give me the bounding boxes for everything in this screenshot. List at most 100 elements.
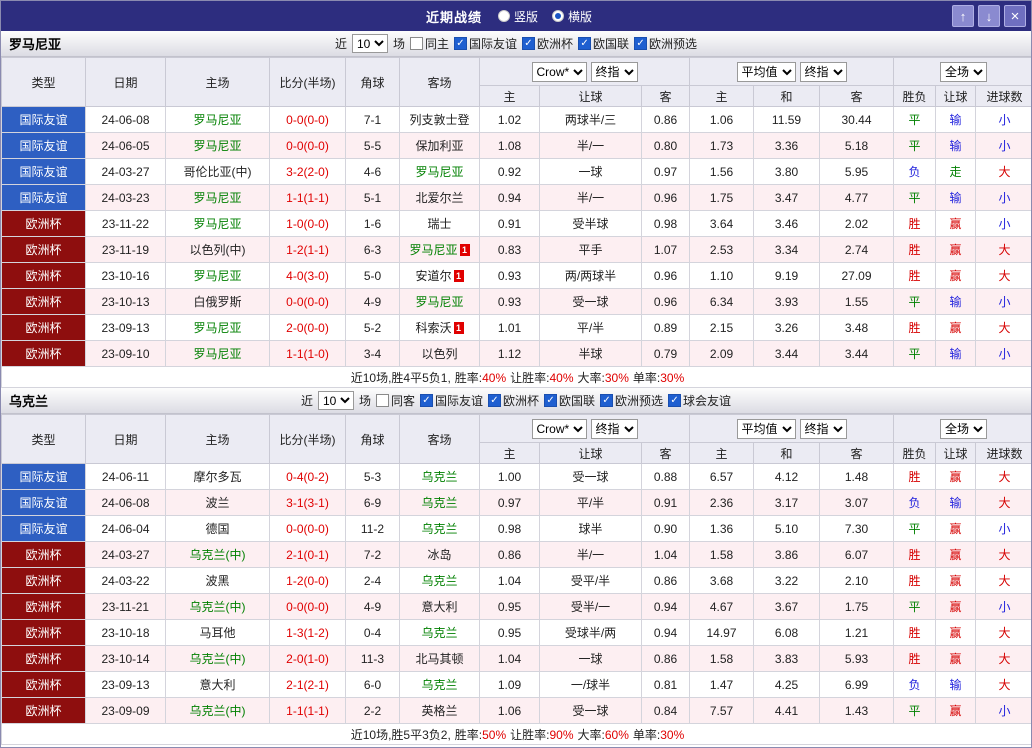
- handicap-cell: 半/一: [539, 541, 642, 568]
- odds-away-cell: 1.04: [641, 541, 690, 568]
- home-team-cell: 摩尔多瓦: [165, 463, 270, 490]
- score-cell: 4-0(3-0): [269, 262, 346, 289]
- away-team-cell: 以色列: [399, 340, 480, 367]
- handicap-result-cell: 输: [935, 489, 977, 516]
- handicap-result-cell: 走: [935, 158, 977, 185]
- fulltime-select[interactable]: 全场: [940, 61, 988, 82]
- odds-home-cell: 0.92: [479, 158, 540, 185]
- result-cell: 胜: [893, 567, 937, 594]
- avg-home-cell: 4.67: [689, 593, 754, 620]
- final-odds-select[interactable]: 终指: [590, 418, 638, 439]
- col-header-away: 客场: [399, 57, 480, 107]
- odds-home-cell: 1.04: [479, 645, 540, 672]
- average-select[interactable]: 平均值: [736, 61, 796, 82]
- scroll-down-icon[interactable]: ↓: [978, 5, 1000, 27]
- close-icon[interactable]: ×: [1004, 5, 1026, 27]
- league-checkbox[interactable]: ✓ 欧国联: [578, 35, 629, 52]
- rate-label: 单率:: [632, 727, 661, 742]
- match-type: 欧洲杯: [1, 671, 86, 698]
- league-checkbox[interactable]: ✓ 欧国联: [544, 392, 595, 409]
- rate-label: 胜率:: [454, 370, 483, 385]
- match-type: 欧洲杯: [1, 619, 86, 646]
- corner-cell: 7-2: [345, 541, 400, 568]
- avg-draw-cell: 3.67: [753, 593, 820, 620]
- league-checkbox[interactable]: ✓ 欧洲杯: [522, 35, 573, 52]
- match-type: 国际友谊: [1, 463, 86, 490]
- league-checkbox[interactable]: ✓ 欧洲杯: [488, 392, 539, 409]
- match-type: 欧洲杯: [1, 645, 86, 672]
- score-cell: 3-1(3-1): [269, 489, 346, 516]
- goals-result-cell: 大: [975, 158, 1031, 185]
- score-cell: 1-1(1-1): [269, 184, 346, 211]
- section-summary: 近10场,胜5平3负2, 胜率:50% 让胜率:90% 大率:60% 单率:30%: [1, 723, 1031, 745]
- avg-away-cell: 3.07: [818, 489, 895, 516]
- match-row: 国际友谊 24-06-08 罗马尼亚 0-0(0-0) 7-1 列支敦士登 1.…: [1, 106, 1031, 133]
- window-title: 近期战绩: [425, 9, 482, 25]
- final-odds-select-2[interactable]: 终指: [799, 418, 847, 439]
- avg-draw-cell: 3.36: [753, 132, 820, 159]
- corner-cell: 4-9: [345, 593, 400, 620]
- league-checkbox[interactable]: ✓ 国际友谊: [419, 392, 483, 409]
- layout-horizontal-radio[interactable]: 横版: [552, 8, 592, 25]
- team-name: 乌克兰(中): [189, 548, 246, 562]
- rate-value: 30%: [604, 370, 629, 385]
- score-cell: 2-0(0-0): [269, 314, 346, 341]
- avg-home-cell: 2.15: [689, 314, 754, 341]
- scroll-up-icon[interactable]: ↑: [952, 5, 974, 27]
- handicap-cell: 受一球: [539, 697, 642, 724]
- odds-home-cell: 0.95: [479, 593, 540, 620]
- final-odds-select[interactable]: 终指: [590, 61, 638, 82]
- handicap-cell: 半球: [539, 340, 642, 367]
- average-select[interactable]: 平均值: [736, 418, 796, 439]
- fulltime-select[interactable]: 全场: [940, 418, 988, 439]
- goals-result-cell: 大: [975, 645, 1031, 672]
- same-venue-checkbox[interactable]: 同客: [375, 392, 415, 409]
- result-cell: 平: [893, 184, 937, 211]
- avg-draw-cell: 3.86: [753, 541, 820, 568]
- handicap-result-cell: 赢: [935, 314, 977, 341]
- subheader-handicap-result: 让球: [935, 85, 977, 107]
- avg-home-cell: 1.58: [689, 541, 754, 568]
- match-row: 欧洲杯 23-10-16 罗马尼亚 4-0(3-0) 5-0 安道尔 1 0.93…: [1, 262, 1031, 289]
- avg-home-cell: 1.06: [689, 106, 754, 133]
- subheader-odds-away: 客: [641, 85, 690, 107]
- recent-count-select[interactable]: 10: [317, 391, 354, 410]
- team-name: 德国: [205, 522, 230, 536]
- final-odds-select-2[interactable]: 终指: [799, 61, 847, 82]
- layout-vertical-radio[interactable]: 竖版: [497, 8, 538, 25]
- team-name: 罗马尼亚: [415, 295, 464, 309]
- avg-away-cell: 1.55: [818, 288, 895, 315]
- subheader-odds-home: 主: [479, 442, 540, 464]
- avg-home-cell: 1.58: [689, 645, 754, 672]
- recent-count-select[interactable]: 10: [351, 34, 388, 53]
- handicap-result-cell: 赢: [935, 463, 977, 490]
- section-header-bar: 罗马尼亚 近 10 场 同主 ✓ 国际友谊 ✓ 欧洲杯 ✓ 欧国联 ✓ 欧洲预选: [1, 31, 1031, 57]
- section-summary: 近10场,胜4平5负1, 胜率:40% 让胜率:40% 大率:30% 单率:30%: [1, 366, 1031, 388]
- subheader-odds-home: 主: [479, 85, 540, 107]
- league-checkbox[interactable]: ✓ 国际友谊: [453, 35, 517, 52]
- result-cell: 胜: [893, 236, 937, 263]
- avg-draw-cell: 3.47: [753, 184, 820, 211]
- odds-home-cell: 1.12: [479, 340, 540, 367]
- rate-value: 40%: [549, 370, 574, 385]
- same-venue-label: 同客: [390, 394, 415, 408]
- handicap-cell: 受球半/两: [539, 619, 642, 646]
- same-venue-checkbox[interactable]: 同主: [409, 35, 449, 52]
- subheader-handicap-result: 让球: [935, 442, 977, 464]
- bookmaker-select[interactable]: Crow*: [531, 418, 587, 439]
- handicap-cell: 一球: [539, 645, 642, 672]
- league-checkbox[interactable]: ✓ 欧洲预选: [634, 35, 697, 52]
- league-checkbox[interactable]: ✓ 球会友谊: [668, 392, 731, 409]
- score-cell: 2-1(0-1): [269, 541, 346, 568]
- home-team-cell: 罗马尼亚: [165, 106, 270, 133]
- handicap-cell: 受平/半: [539, 567, 642, 594]
- bookmaker-select[interactable]: Crow*: [531, 61, 587, 82]
- handicap-cell: 平手: [539, 236, 642, 263]
- team-name: 乌克兰(中): [189, 704, 246, 718]
- summary-rates: 胜率:40% 让胜率:40% 大率:30% 单率:30%: [451, 371, 685, 385]
- avg-away-cell: 3.48: [818, 314, 895, 341]
- subheader-avg-away: 客: [818, 442, 895, 464]
- league-checkbox[interactable]: ✓ 欧洲预选: [600, 392, 663, 409]
- match-type: 国际友谊: [1, 106, 86, 133]
- summary-rates: 胜率:50% 让胜率:90% 大率:60% 单率:30%: [451, 728, 685, 742]
